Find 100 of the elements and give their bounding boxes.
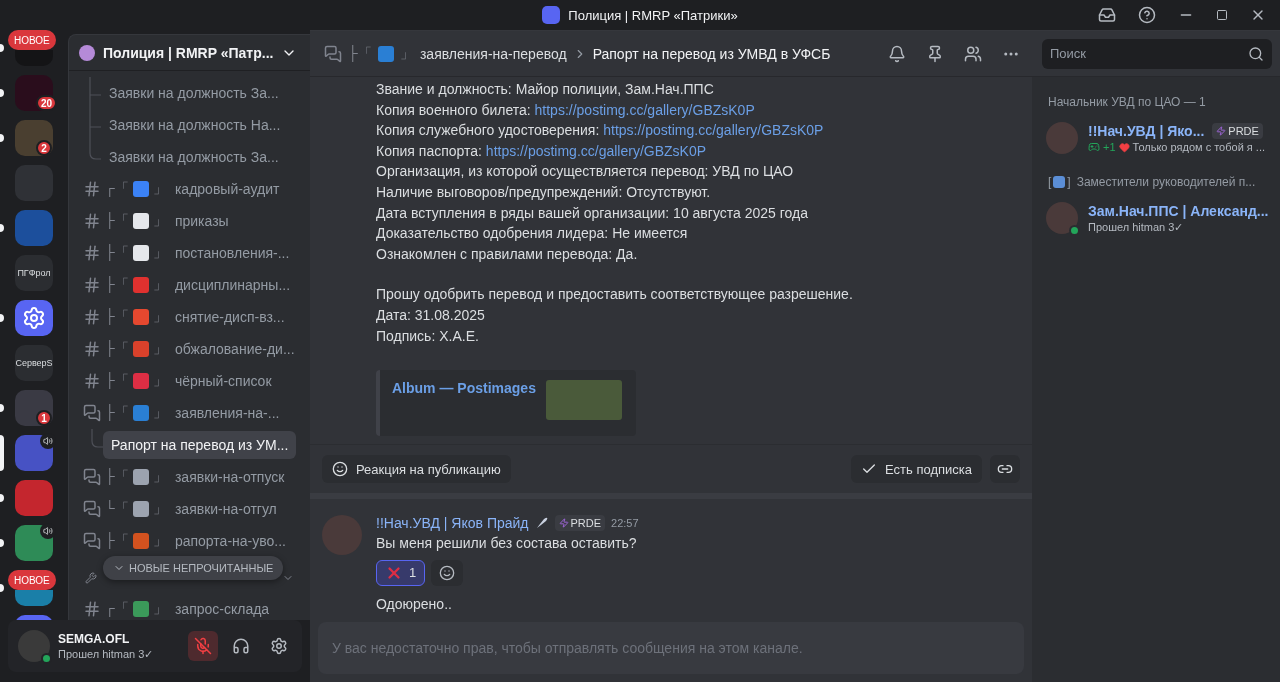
tree-prefix: ├「 xyxy=(105,244,129,262)
members-icon[interactable] xyxy=(964,44,982,63)
activity-count: +1 xyxy=(1103,141,1116,153)
embed-title[interactable]: Album — Postimages xyxy=(392,380,536,437)
guild-tag: PRDE xyxy=(554,515,606,532)
maximize-icon[interactable] xyxy=(1216,9,1228,21)
mention-count: 20 xyxy=(36,95,58,111)
tree-prefix: ┌「 xyxy=(105,180,129,198)
server-icon[interactable] xyxy=(15,75,53,111)
tree-prefix: ├「 xyxy=(105,372,129,390)
username: SEMGA.OFL xyxy=(58,631,131,646)
channel-name[interactable]: рапорта-на-уво... xyxy=(174,533,286,549)
forum-icon xyxy=(83,468,101,486)
bracket: 」 xyxy=(152,500,167,518)
search-field[interactable]: Поиск xyxy=(1042,38,1272,69)
message-text: Организация, из которой осуществляется перевод: УВД по ЦАО xyxy=(376,162,795,182)
bracket: [ xyxy=(1048,175,1052,189)
link[interactable]: https://postimg.cc/gallery/GBZsK0P xyxy=(534,101,755,118)
bracket: ] xyxy=(1067,175,1071,189)
message-text: Наличие выговоров/предупреждений: Отсутствуют. xyxy=(376,182,712,202)
reaction[interactable]: 1 xyxy=(376,559,426,586)
tree-prefix: ├「 xyxy=(105,340,129,358)
bracket: 」 xyxy=(152,276,167,294)
inbox-icon[interactable] xyxy=(1098,6,1116,24)
gear-icon xyxy=(22,306,46,330)
server-header[interactable]: Полиция | RMRP «Патр... xyxy=(69,35,310,71)
help-icon[interactable] xyxy=(1138,6,1156,24)
message-text: Одоюрено.. xyxy=(376,594,453,614)
tree-prefix: ├「 xyxy=(105,468,129,486)
bracket: 」 xyxy=(152,244,167,262)
member-status: Прошел hitman 3✓ xyxy=(1088,220,1184,234)
channel-name[interactable]: заявки-на-отгул xyxy=(174,501,277,517)
tree-line xyxy=(91,429,103,448)
channel-name[interactable]: запрос-склада xyxy=(174,601,270,617)
link[interactable]: https://postimg.cc/gallery/GBZsK0P xyxy=(603,122,824,139)
reaction-button[interactable]: Реакция на публикацию xyxy=(322,455,511,484)
tree-prefix: ├「 xyxy=(105,308,129,326)
bracket: 」 xyxy=(152,308,167,326)
channel-name[interactable]: снятие-дисп-вз... xyxy=(174,309,285,325)
tree-prefix: └「 xyxy=(105,500,129,518)
new-label: НОВОЕ xyxy=(8,30,56,50)
server-icon[interactable]: СерверS xyxy=(15,345,53,381)
thread-item[interactable]: Заявки на должность За... xyxy=(101,143,287,171)
thread-item[interactable]: Заявки на должность На... xyxy=(101,111,289,139)
channel-name[interactable]: постановления-... xyxy=(174,245,290,261)
bracket: 」 xyxy=(152,404,167,422)
link[interactable]: https://postimg.cc/gallery/GBZsK0P xyxy=(485,142,707,159)
bracket: 」 xyxy=(152,532,167,550)
new-unread-button[interactable]: НОВЫЕ НЕПРОЧИТАННЫЕ xyxy=(103,556,284,580)
member-avatar[interactable] xyxy=(1046,202,1078,234)
thread-item[interactable]: Рапорт на перевод из УМ... xyxy=(103,431,297,459)
thread-item[interactable]: Заявки на должность За... xyxy=(101,79,287,107)
channel-name[interactable]: приказы xyxy=(174,213,229,229)
channel-name[interactable]: кадровый-аудит xyxy=(174,181,280,197)
server-icon[interactable] xyxy=(15,300,53,336)
hashtag-icon xyxy=(83,600,101,618)
channel-name[interactable]: заявления-на-перевод xyxy=(419,45,567,62)
hashtag-icon xyxy=(83,308,101,326)
hashtag-icon xyxy=(83,212,101,230)
tree-prefix: ├「 xyxy=(105,276,129,294)
channel-name[interactable]: дисциплинарны... xyxy=(174,277,291,293)
bracket: 」 xyxy=(152,600,167,618)
user-avatar[interactable] xyxy=(18,630,50,662)
tree-prefix: ├「 xyxy=(105,532,129,550)
hashtag-icon xyxy=(83,340,101,358)
heart-icon xyxy=(1118,141,1130,153)
message-text: Подпись: Х.А.Е. xyxy=(376,326,480,346)
bracket: 」 xyxy=(152,212,167,230)
message-text: Копия военного билета: https://postimg.cc/gallery/GBZsK0P xyxy=(376,100,756,120)
pin-icon[interactable] xyxy=(926,44,944,63)
gamepad-icon xyxy=(1088,141,1100,153)
channel-name[interactable]: заявления-на-... xyxy=(174,405,280,421)
hashtag-icon xyxy=(83,276,101,294)
lightning-icon xyxy=(558,518,569,529)
member-name[interactable]: Зам.Нач.ППС | Александ... xyxy=(1088,202,1269,219)
new-label: НОВОЕ xyxy=(8,570,56,590)
channel-name[interactable]: обжалование-ди... xyxy=(174,341,295,357)
author-name[interactable]: !!Нач.УВД | Яков Прайд xyxy=(376,515,529,532)
bracket: 」 xyxy=(152,372,167,390)
bracket: 」 xyxy=(152,340,167,358)
bell-icon[interactable] xyxy=(888,44,906,63)
channel-name[interactable]: чёрный-список xyxy=(174,373,272,389)
user-status: Прошел hitman 3✓ xyxy=(58,647,155,661)
tree-prefix: ├「 xyxy=(348,44,372,63)
message-text: Звание и должность: Майор полиции, Зам.Нач.ППС xyxy=(376,80,715,99)
smiley-icon xyxy=(439,564,456,581)
channel-name[interactable]: заявки-на-отпуск xyxy=(174,469,285,485)
server-icon[interactable]: ПГФрол xyxy=(15,255,53,291)
forum-icon xyxy=(83,532,101,550)
message-text: Копия служебного удостоверения: https://postimg.cc/gallery/GBZsK0P xyxy=(376,121,825,141)
tree-line xyxy=(89,77,101,109)
copy-link-button[interactable] xyxy=(990,455,1020,484)
mute-button[interactable] xyxy=(188,631,218,661)
follow-button[interactable]: Есть подписка xyxy=(851,455,982,484)
group-title: Начальник УВД по ЦАО — 1 xyxy=(1048,95,1206,109)
member-name[interactable]: !!Нач.УВД | Яко... xyxy=(1088,123,1205,139)
microphone-off-icon xyxy=(194,637,212,655)
add-reaction-button[interactable] xyxy=(431,559,464,586)
message-text: Доказательство одобрения лидера: Не имеется xyxy=(376,224,689,244)
timestamp: 22:57 xyxy=(611,517,639,530)
